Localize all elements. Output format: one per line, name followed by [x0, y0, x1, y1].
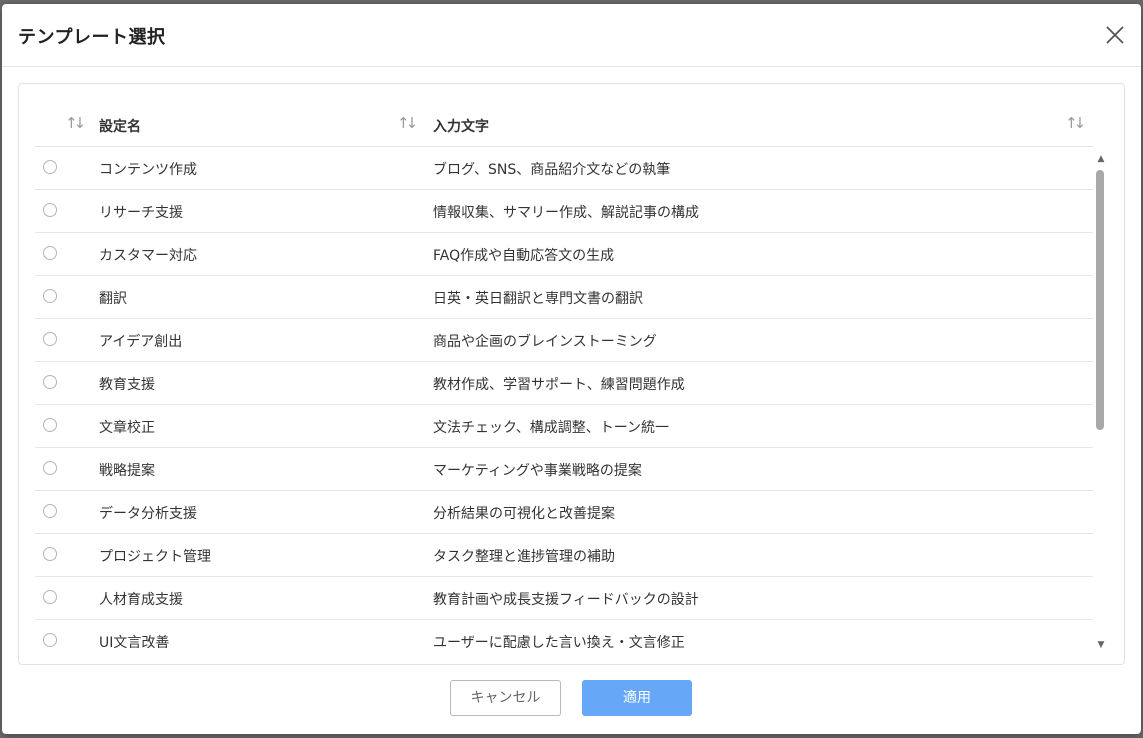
vertical-scrollbar[interactable]: ▲ ▼ [1094, 154, 1108, 650]
row-radio[interactable] [43, 289, 57, 303]
cell-name: 文章校正 [99, 420, 155, 436]
scroll-down-arrow-icon[interactable]: ▼ [1096, 640, 1106, 650]
dialog-header: テンプレート選択 [2, 4, 1141, 67]
table-header: ↑↓ 設定名 ↑↓ 入力文字 ↑↓ [35, 102, 1093, 147]
cell-name: UI文言改善 [99, 635, 170, 648]
cell-name: 教育支援 [99, 377, 155, 393]
cell-input-text: 日英・英日翻訳と専門文書の翻訳 [433, 291, 643, 307]
table-row[interactable]: コンテンツ作成 ブログ、SNS、商品紹介文などの執筆 [35, 147, 1093, 190]
row-radio[interactable] [43, 160, 57, 174]
row-radio[interactable] [43, 633, 57, 647]
sort-icon[interactable]: ↑↓ [1065, 114, 1086, 132]
cell-input-text: ユーザーに配慮した言い換え・文言修正 [433, 635, 685, 648]
table-row[interactable]: カスタマー対応 FAQ作成や自動応答文の生成 [35, 233, 1093, 276]
cell-input-text: ブログ、SNS、商品紹介文などの執筆 [433, 162, 671, 178]
sort-icon[interactable]: ↑↓ [397, 114, 418, 132]
row-radio[interactable] [43, 418, 57, 432]
scroll-up-arrow-icon[interactable]: ▲ [1096, 154, 1106, 164]
cell-input-text: マーケティングや事業戦略の提案 [433, 463, 642, 479]
row-radio[interactable] [43, 332, 57, 346]
row-radio[interactable] [43, 246, 57, 260]
template-select-dialog: テンプレート選択 ↑↓ 設定名 ↑↓ 入力文字 ↑↓ コンテンツ作成 ブログ、S… [2, 4, 1141, 734]
cell-input-text: 商品や企画のブレインストーミング [433, 334, 657, 350]
table-row[interactable]: 翻訳 日英・英日翻訳と専門文書の翻訳 [35, 276, 1093, 319]
sort-icon[interactable]: ↑↓ [65, 114, 86, 132]
cell-name: データ分析支援 [99, 506, 197, 522]
cell-name: コンテンツ作成 [99, 162, 197, 178]
cell-name: 人材育成支援 [99, 592, 183, 608]
cell-input-text: 分析結果の可視化と改善提案 [433, 506, 615, 522]
row-radio[interactable] [43, 590, 57, 604]
cell-name: アイデア創出 [99, 334, 183, 350]
template-table: ↑↓ 設定名 ↑↓ 入力文字 ↑↓ コンテンツ作成 ブログ、SNS、商品紹介文な… [18, 83, 1125, 665]
dialog-title: テンプレート選択 [18, 27, 166, 48]
close-icon [1106, 26, 1124, 44]
table-row[interactable]: データ分析支援 分析結果の可視化と改善提案 [35, 491, 1093, 534]
table-row[interactable]: 文章校正 文法チェック、構成調整、トーン統一 [35, 405, 1093, 448]
cell-name: カスタマー対応 [99, 248, 197, 264]
apply-button[interactable]: 適用 [582, 680, 692, 716]
scroll-thumb[interactable] [1096, 170, 1104, 430]
cell-name: 戦略提案 [99, 463, 155, 479]
table-row[interactable]: リサーチ支援 情報収集、サマリー作成、解説記事の構成 [35, 190, 1093, 233]
column-header-name: 設定名 [99, 119, 141, 135]
cell-input-text: 情報収集、サマリー作成、解説記事の構成 [433, 205, 699, 221]
cell-name: プロジェクト管理 [99, 549, 211, 565]
cell-input-text: FAQ作成や自動応答文の生成 [433, 248, 615, 264]
table-row[interactable]: 人材育成支援 教育計画や成長支援フィードバックの設計 [35, 577, 1093, 620]
row-radio[interactable] [43, 547, 57, 561]
column-header-input-text: 入力文字 [433, 119, 489, 135]
table-row[interactable]: UI文言改善 ユーザーに配慮した言い換え・文言修正 [35, 620, 1093, 648]
table-row[interactable]: 戦略提案 マーケティングや事業戦略の提案 [35, 448, 1093, 491]
row-radio[interactable] [43, 203, 57, 217]
row-radio[interactable] [43, 375, 57, 389]
cancel-button[interactable]: キャンセル [450, 680, 561, 716]
table-row[interactable]: アイデア創出 商品や企画のブレインストーミング [35, 319, 1093, 362]
row-radio[interactable] [43, 504, 57, 518]
close-button[interactable] [1103, 23, 1127, 47]
cell-name: 翻訳 [99, 291, 127, 307]
cell-name: リサーチ支援 [99, 205, 183, 221]
cell-input-text: 文法チェック、構成調整、トーン統一 [433, 420, 670, 436]
cell-input-text: タスク整理と進捗管理の補助 [433, 549, 615, 565]
row-radio[interactable] [43, 461, 57, 475]
table-body: コンテンツ作成 ブログ、SNS、商品紹介文などの執筆 リサーチ支援 情報収集、サ… [35, 147, 1093, 648]
table-row[interactable]: 教育支援 教材作成、学習サポート、練習問題作成 [35, 362, 1093, 405]
cell-input-text: 教材作成、学習サポート、練習問題作成 [433, 377, 685, 393]
table-row[interactable]: プロジェクト管理 タスク整理と進捗管理の補助 [35, 534, 1093, 577]
cell-input-text: 教育計画や成長支援フィードバックの設計 [433, 592, 699, 608]
